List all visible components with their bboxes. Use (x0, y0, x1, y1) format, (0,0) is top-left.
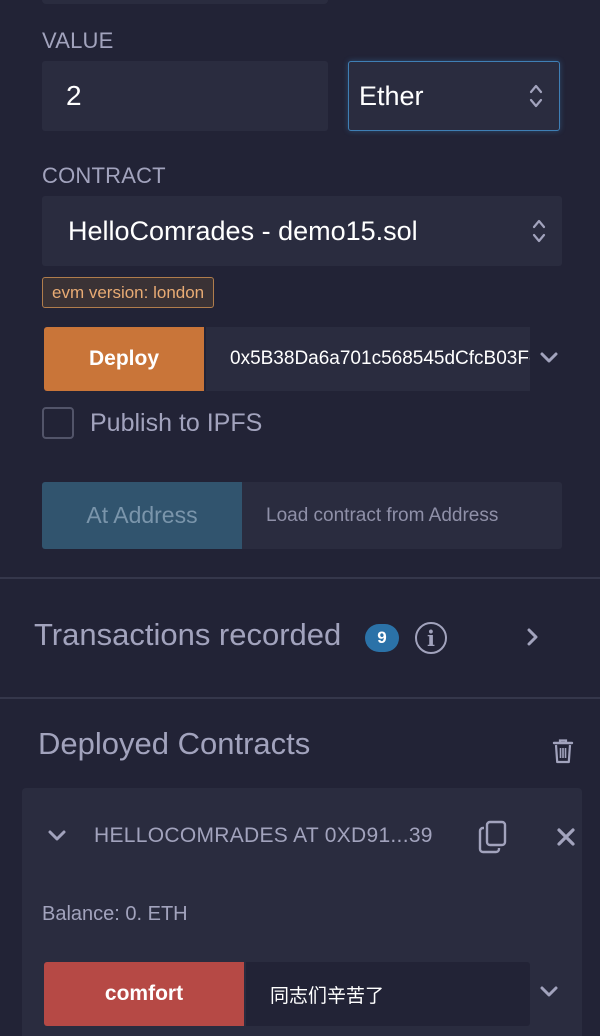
value-input[interactable]: 2 (42, 61, 328, 131)
deploy-run-panel: VALUE 2 Ether CONTRACT HelloComrades - d… (0, 0, 600, 1036)
publish-ipfs-label[interactable]: Publish to IPFS (90, 407, 262, 439)
chevron-down-icon[interactable] (538, 346, 560, 368)
value-unit-select[interactable]: Ether (348, 61, 560, 131)
contract-balance: Balance: 0. ETH (42, 903, 188, 925)
comfort-function-button[interactable]: comfort (44, 962, 244, 1026)
chevron-down-icon[interactable] (538, 980, 560, 1002)
contract-label: CONTRACT (42, 163, 166, 188)
chevron-right-icon[interactable] (521, 626, 543, 648)
updown-arrows-icon (529, 84, 543, 108)
transactions-recorded-title[interactable]: Transactions recorded (34, 617, 341, 653)
updown-arrows-icon (532, 219, 546, 243)
trash-icon[interactable] (552, 738, 574, 764)
divider (0, 697, 600, 699)
deploy-constructor-input[interactable]: 0x5B38Da6a701c568545dCfcB03FcB875f56bedd… (206, 327, 530, 391)
evm-version-badge: evm version: london (42, 277, 215, 308)
contract-select[interactable]: HelloComrades - demo15.sol (42, 196, 562, 266)
close-icon[interactable] (556, 827, 576, 847)
contract-select-text: HelloComrades - demo15.sol (68, 215, 418, 246)
deployed-contracts-title: Deployed Contracts (38, 726, 311, 761)
value-label: VALUE (42, 28, 114, 53)
comfort-argument-input[interactable]: 同志们辛苦了 (246, 962, 530, 1026)
at-address-button[interactable]: At Address (42, 482, 242, 549)
previous-field-edge (42, 0, 328, 4)
info-icon[interactable]: i (415, 622, 447, 654)
divider (0, 577, 600, 579)
contract-instance-title[interactable]: HELLOCOMRADES AT 0XD91...39 (94, 824, 434, 848)
value-unit-text: Ether (359, 80, 424, 111)
at-address-input[interactable]: Load contract from Address (242, 482, 562, 549)
chevron-down-icon[interactable] (46, 824, 68, 846)
copy-icon[interactable] (478, 820, 508, 854)
deploy-button[interactable]: Deploy (44, 327, 204, 391)
transactions-count-badge: 9 (365, 624, 399, 652)
publish-ipfs-checkbox[interactable] (42, 407, 74, 439)
